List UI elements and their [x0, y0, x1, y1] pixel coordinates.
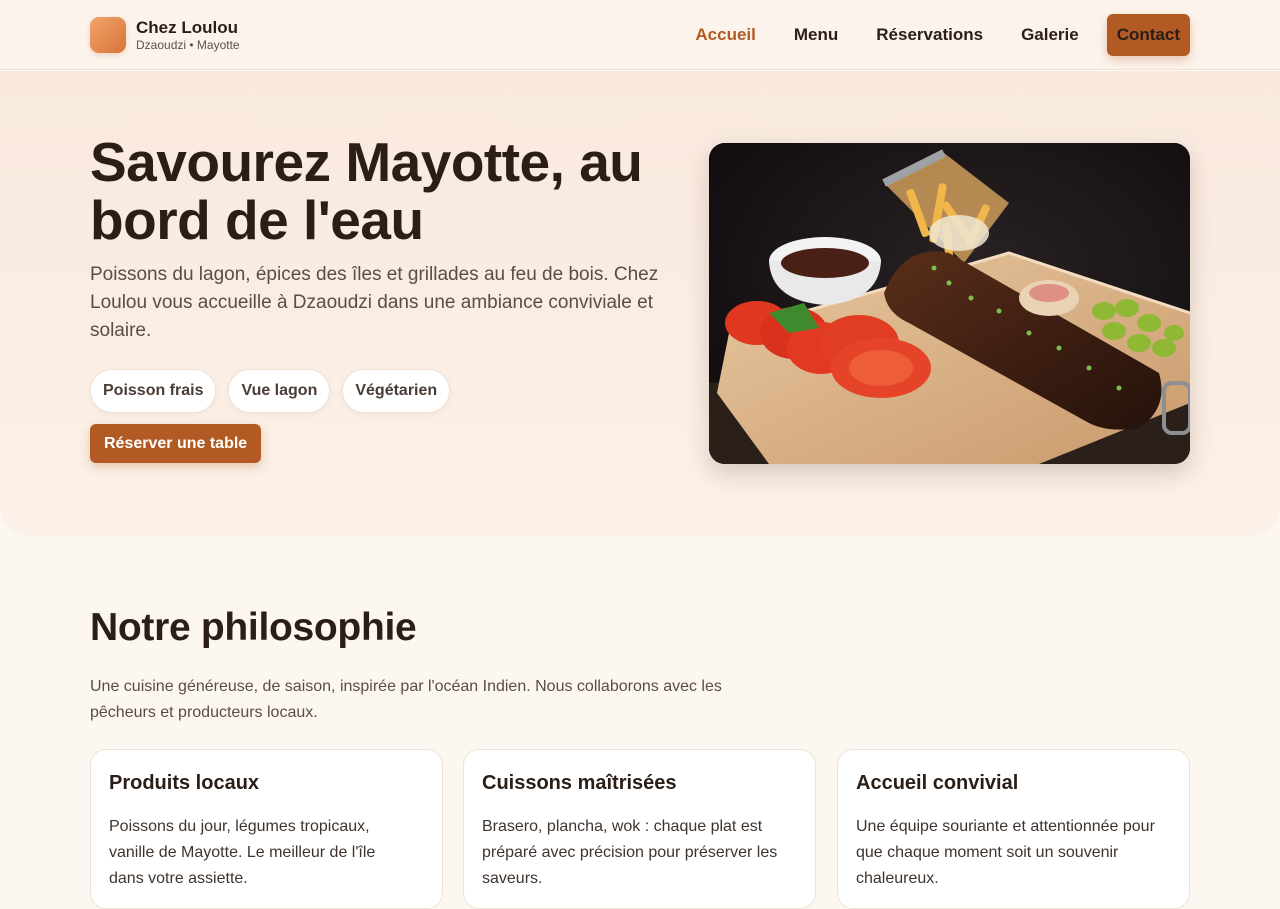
logo-icon — [90, 17, 126, 53]
contact-button[interactable]: Contact — [1106, 14, 1190, 56]
card-title: Produits locaux — [109, 772, 260, 794]
brand-location: Dzaoudzi • Mayotte — [136, 37, 240, 52]
philosophy-subtitle: Une cuisine généreuse, de saison, inspir… — [90, 678, 722, 721]
card-cuissons: Cuissons maîtrisées Brasero, plancha, wo… — [463, 749, 816, 909]
food-illustration — [709, 143, 1190, 464]
tag-vegetarien[interactable]: Végétarien — [342, 369, 451, 413]
card-text: Une équipe souriante et attentionnée pou… — [856, 818, 1155, 887]
brand[interactable]: Chez Loulou Dzaoudzi • Mayotte — [90, 17, 240, 53]
hero-section: Savourez Mayotte, au bord de l'eau Poiss… — [0, 71, 1280, 536]
card-produits-locaux: Produits locaux Poissons du jour, légume… — [90, 749, 443, 909]
tag-poisson-frais[interactable]: Poisson frais — [90, 369, 217, 413]
hero-tags: Poisson frais Vue lagon Végétarien — [90, 369, 462, 413]
philosophy-title: Notre philosophie — [90, 606, 417, 649]
nav-accueil[interactable]: Accueil — [695, 14, 755, 56]
nav-galerie[interactable]: Galerie — [1021, 14, 1079, 56]
card-text: Brasero, plancha, wok : chaque plat est … — [482, 818, 778, 887]
hero-title: Savourez Mayotte, au bord de l'eau — [90, 131, 643, 251]
nav-menu[interactable]: Menu — [794, 14, 838, 56]
card-text: Poissons du jour, légumes tropicaux, van… — [109, 818, 376, 887]
card-title: Cuissons maîtrisées — [482, 772, 677, 794]
site-header: Chez Loulou Dzaoudzi • Mayotte Accueil M… — [0, 0, 1280, 70]
hero-subtitle: Poissons du lagon, épices des îles et gr… — [90, 264, 659, 341]
brand-name: Chez Loulou — [136, 17, 238, 37]
nav-reservations[interactable]: Réservations — [876, 14, 983, 56]
main-nav: Accueil Menu Réservations Galerie Contac… — [657, 14, 1190, 56]
tag-vue-lagon[interactable]: Vue lagon — [228, 369, 331, 413]
hero-food-image — [709, 143, 1190, 464]
card-title: Accueil convivial — [856, 772, 1019, 794]
brand-text: Chez Loulou Dzaoudzi • Mayotte — [136, 18, 240, 53]
reserve-table-button[interactable]: Réserver une table — [90, 424, 262, 463]
card-accueil: Accueil convivial Une équipe souriante e… — [837, 749, 1190, 909]
